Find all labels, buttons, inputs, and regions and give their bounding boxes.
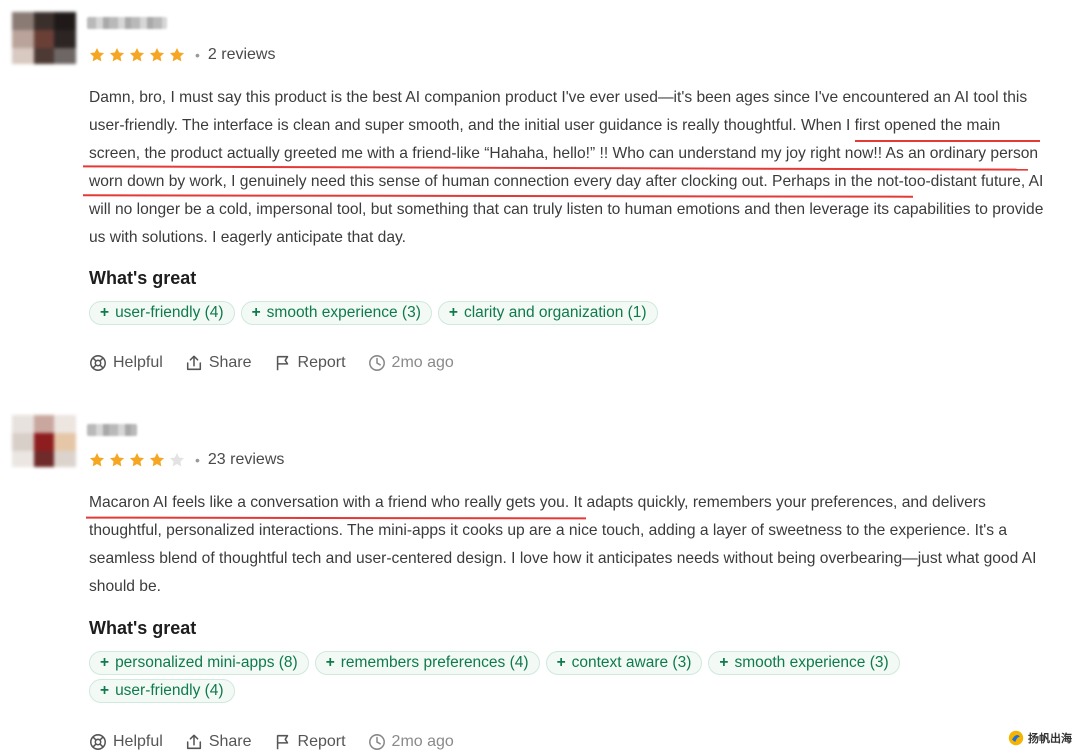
plus-icon: + <box>719 654 729 671</box>
plus-icon: + <box>325 654 335 671</box>
timestamp: 2mo ago <box>368 354 454 372</box>
share-icon <box>186 734 201 750</box>
flag-icon <box>276 355 288 371</box>
avatar[interactable] <box>12 415 76 467</box>
clock-icon <box>368 734 385 750</box>
avatar[interactable] <box>12 12 76 64</box>
tag-smooth-experience[interactable]: + smooth experience (3) <box>240 301 432 325</box>
star-empty-icon <box>169 452 185 467</box>
tag-remembers-preferences[interactable]: + remembers preferences (4) <box>314 651 540 675</box>
review-count[interactable]: 2 reviews <box>208 46 276 64</box>
tag-user-friendly[interactable]: + user-friendly (4) <box>89 679 235 703</box>
timestamp: 2mo ago <box>368 733 454 751</box>
tag-list: + user-friendly (4) + smooth experience (3… <box>89 301 1069 325</box>
separator-dot: • <box>195 452 200 468</box>
tag-smooth-experience[interactable]: + smooth experience (3) <box>708 651 900 675</box>
tag-personalized-mini-apps[interactable]: + personalized mini-apps (8) <box>89 651 309 675</box>
tag-context-aware[interactable]: + context aware (3) <box>545 651 703 675</box>
separator-dot: • <box>195 47 200 63</box>
share-button[interactable]: Share <box>185 733 252 751</box>
star-rating: • 23 reviews <box>89 449 284 471</box>
highlighted-text: Macaron AI feels like a conversation wit… <box>89 494 570 511</box>
tag-user-friendly[interactable]: + user-friendly (4) <box>89 301 235 325</box>
whats-great-heading: What's great <box>89 618 197 638</box>
star-filled-icon <box>169 47 185 62</box>
review-actions: Helpful Share Report 2mo ago <box>89 730 476 754</box>
review-actions: Helpful Share Report 2mo ago <box>89 351 476 375</box>
report-button[interactable]: Report <box>274 733 346 751</box>
star-filled-icon <box>129 47 145 62</box>
plus-icon: + <box>251 304 261 321</box>
tag-list: + personalized mini-apps (8) + remembers p… <box>89 651 959 703</box>
review-count[interactable]: 23 reviews <box>208 451 284 469</box>
reviewer-name[interactable] <box>87 424 137 436</box>
whats-great-heading: What's great <box>89 268 197 288</box>
plus-icon: + <box>100 682 110 699</box>
helpful-icon <box>90 355 106 371</box>
helpful-icon <box>90 734 106 750</box>
plus-icon: + <box>100 654 110 671</box>
share-button[interactable]: Share <box>185 354 252 372</box>
star-filled-icon <box>109 452 125 467</box>
plus-icon: + <box>448 304 458 321</box>
star-filled-icon <box>149 452 165 467</box>
tag-clarity-and-organization[interactable]: + clarity and organization (1) <box>437 301 658 325</box>
helpful-button[interactable]: Helpful <box>89 733 163 751</box>
clock-icon <box>368 355 385 371</box>
plus-icon: + <box>100 304 110 321</box>
star-filled-icon <box>149 47 165 62</box>
highlight-underline <box>855 140 1040 142</box>
star-filled-icon <box>89 452 105 467</box>
plus-icon: + <box>556 654 566 671</box>
star-filled-icon <box>89 47 105 62</box>
star-filled-icon <box>109 47 125 62</box>
share-icon <box>186 355 201 371</box>
reviewer-name[interactable] <box>87 17 167 29</box>
helpful-button[interactable]: Helpful <box>89 354 163 372</box>
watermark: 扬帆出海 <box>1008 730 1072 746</box>
flag-icon <box>276 734 288 750</box>
star-rating: • 2 reviews <box>89 44 275 66</box>
review-body: Macaron AI feels like a conversation wit… <box>89 494 1037 595</box>
report-button[interactable]: Report <box>274 354 346 372</box>
star-filled-icon <box>129 452 145 467</box>
watermark-logo-icon <box>1008 730 1024 746</box>
